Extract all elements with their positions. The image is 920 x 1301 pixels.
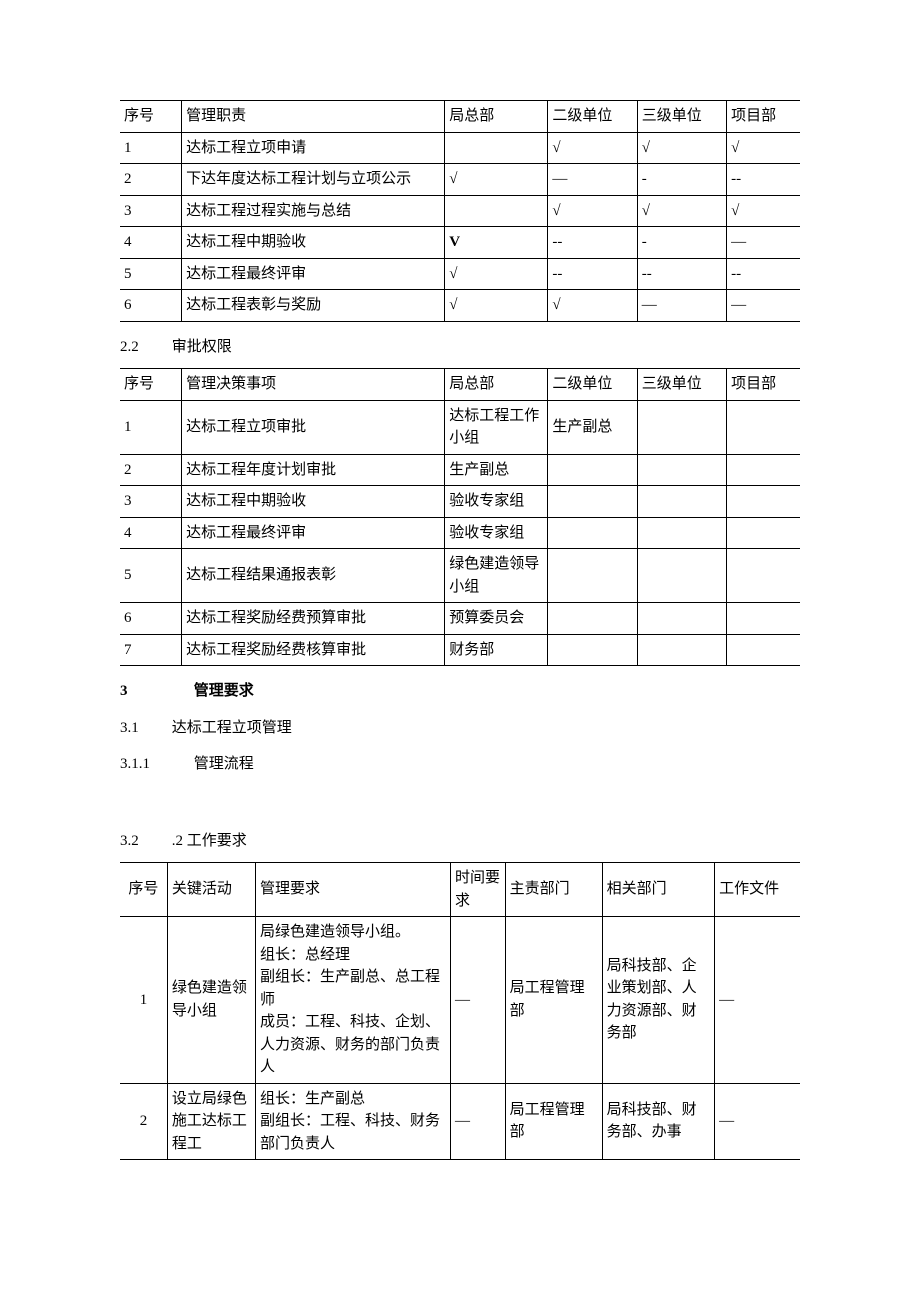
table-header-row: 序号 关键活动 管理要求 时间要求 主责部门 相关部门 工作文件 bbox=[120, 863, 800, 917]
table-row: 2 设立局绿色施工达标工程工 组长：生产副总 副组长：工程、科技、财务部门负责人… bbox=[120, 1083, 800, 1160]
table-row: 1 达标工程立项申请 √ √ √ bbox=[120, 132, 800, 164]
table-row: 2 达标工程年度计划审批 生产副总 bbox=[120, 454, 800, 486]
table-row: 4 达标工程中期验收 V -- - — bbox=[120, 227, 800, 259]
section-3-1-1: 3.1.1 管理流程 bbox=[120, 753, 800, 776]
table-row: 3 达标工程中期验收 验收专家组 bbox=[120, 486, 800, 518]
section-title: 管理流程 bbox=[194, 756, 254, 772]
table-row: 3 达标工程过程实施与总结 √ √ √ bbox=[120, 195, 800, 227]
responsibility-table: 序号 管理职责 局总部 二级单位 三级单位 项目部 1 达标工程立项申请 √ √… bbox=[120, 100, 800, 322]
table-header-row: 序号 管理决策事项 局总部 二级单位 三级单位 项目部 bbox=[120, 369, 800, 401]
table-row: 5 达标工程最终评审 √ -- -- -- bbox=[120, 258, 800, 290]
col-l2: 二级单位 bbox=[548, 101, 637, 133]
section-title: 达标工程立项管理 bbox=[172, 720, 292, 736]
col-proj: 项目部 bbox=[727, 101, 800, 133]
section-number: 2.2 bbox=[120, 336, 168, 359]
approval-table: 序号 管理决策事项 局总部 二级单位 三级单位 项目部 1 达标工程立项审批 达… bbox=[120, 368, 800, 666]
section-2-2: 2.2 审批权限 bbox=[120, 336, 800, 359]
table-row: 2 下达年度达标工程计划与立项公示 √ — - -- bbox=[120, 164, 800, 196]
table-row: 7 达标工程奖励经费核算审批 财务部 bbox=[120, 634, 800, 666]
col-duty: 管理职责 bbox=[182, 101, 445, 133]
table-row: 4 达标工程最终评审 验收专家组 bbox=[120, 517, 800, 549]
table-row: 1 达标工程立项审批 达标工程工作小组 生产副总 bbox=[120, 400, 800, 454]
table-row: 6 达标工程奖励经费预算审批 预算委员会 bbox=[120, 603, 800, 635]
table-row: 1 绿色建造领导小组 局绿色建造领导小组。 组长：总经理 副组长：生产副总、总工… bbox=[120, 917, 800, 1084]
col-seq: 序号 bbox=[120, 101, 182, 133]
section-title: 审批权限 bbox=[172, 339, 232, 355]
section-3-2: 3.2 .2 工作要求 bbox=[120, 830, 800, 853]
col-l3: 三级单位 bbox=[637, 101, 726, 133]
work-req-table: 序号 关键活动 管理要求 时间要求 主责部门 相关部门 工作文件 1 绿色建造领… bbox=[120, 862, 800, 1160]
section-3-1: 3.1 达标工程立项管理 bbox=[120, 717, 800, 740]
section-number: 3.2 bbox=[120, 830, 168, 853]
section-number: 3 bbox=[120, 680, 190, 703]
section-number: 3.1 bbox=[120, 717, 168, 740]
spacer bbox=[120, 786, 800, 816]
table-header-row: 序号 管理职责 局总部 二级单位 三级单位 项目部 bbox=[120, 101, 800, 133]
table-row: 5 达标工程结果通报表彰 绿色建造领导小组 bbox=[120, 549, 800, 603]
table-row: 6 达标工程表彰与奖励 √ √ — — bbox=[120, 290, 800, 322]
section-title: .2 工作要求 bbox=[172, 833, 247, 849]
section-title: 管理要求 bbox=[194, 683, 254, 699]
section-number: 3.1.1 bbox=[120, 753, 190, 776]
col-hq: 局总部 bbox=[445, 101, 548, 133]
section-3: 3 管理要求 bbox=[120, 680, 800, 703]
